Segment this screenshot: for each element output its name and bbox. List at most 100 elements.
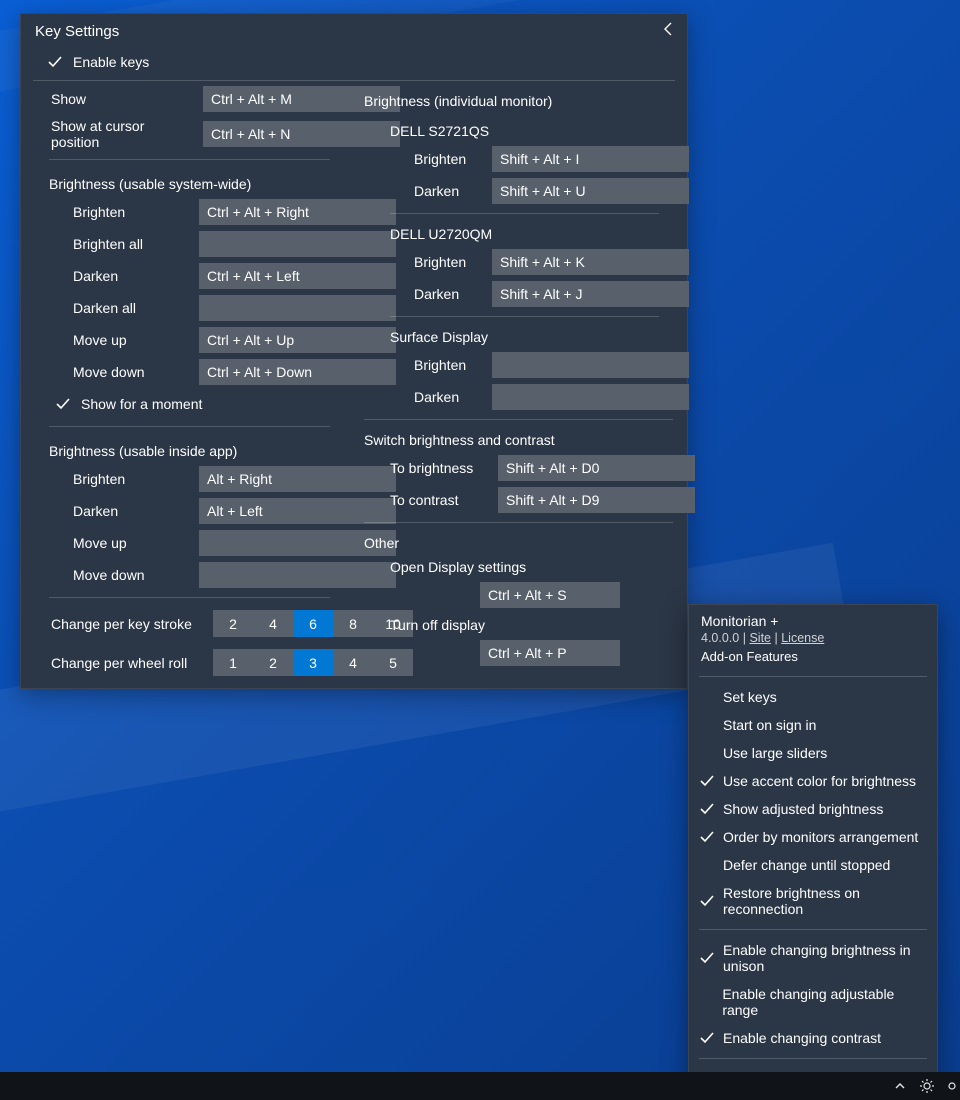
other-title: Other [362,525,675,555]
menu-item[interactable]: Use accent color for brightness [689,767,937,795]
menu-item[interactable]: Set keys [689,683,937,711]
monitor-name: DELL S2721QS [362,113,675,143]
seg-option-4[interactable]: 4 [253,610,293,637]
divider [390,213,659,214]
monitor-darken-input[interactable] [492,281,689,307]
menu-item-label: Enable changing adjustable range [722,986,925,1018]
divider [49,597,330,598]
taskbar [0,1072,960,1100]
key-settings-panel: Key Settings Enable keys Show Show at cu… [20,13,688,689]
sys-wide-title: Brightness (usable system-wide) [33,166,346,196]
monitor-darken-label: Darken [414,389,484,405]
monitor-brighten-input[interactable] [492,249,689,275]
seg-option-6[interactable]: 6 [293,610,333,637]
check-icon [699,773,715,789]
divider [699,929,927,930]
turn-off-label: Turn off display [362,611,675,637]
enable-keys-label: Enable keys [73,54,149,70]
app-version: 4.0.0.0 [701,631,739,645]
blank-icon [699,994,714,1010]
seg-option-3[interactable]: 3 [293,649,333,676]
brighten-all-label: Brighten all [73,236,191,252]
to-contrast-label: To contrast [390,492,490,508]
left-column: Show Show at cursor position Brightness … [33,83,346,682]
seg-option-2[interactable]: 2 [253,649,293,676]
show-label: Show [51,91,195,107]
tray-chevron-icon[interactable] [894,1080,906,1092]
move-up-label: Move up [73,332,191,348]
panel-title: Key Settings [35,23,119,40]
change-per-stroke-row: Change per key stroke 246810 [33,604,346,643]
menu-item-label: Enable changing brightness in unison [723,942,925,974]
monitor-name: Surface Display [362,319,675,349]
site-link[interactable]: Site [749,631,771,645]
tray-dot-icon[interactable] [948,1082,956,1090]
back-button[interactable] [653,22,673,40]
check-icon [699,950,715,966]
menu-item[interactable]: Order by monitors arrangement [689,823,937,851]
menu-item[interactable]: Show adjusted brightness [689,795,937,823]
monitor-brighten-label: Brighten [414,151,484,167]
right-column: Brightness (individual monitor) DELL S27… [362,83,675,682]
blank-icon [699,857,715,873]
show-for-moment-label: Show for a moment [81,396,202,412]
menu-item-label: Use accent color for brightness [723,773,916,789]
monitor-darken-input[interactable] [492,384,689,410]
divider [49,159,330,160]
menu-item-label: Order by monitors arrangement [723,829,918,845]
darken-all-label: Darken all [73,300,191,316]
brighten-label: Brighten [73,204,191,220]
menu-item[interactable]: Enable changing contrast [689,1024,937,1052]
app-meta: 4.0.0.0 | Site | License [701,631,925,645]
individual-monitor-title: Brightness (individual monitor) [362,83,675,113]
change-per-stroke-label: Change per key stroke [51,616,199,632]
context-menu: Monitorian + 4.0.0.0 | Site | License Ad… [688,604,938,1098]
monitor-name: DELL U2720QM [362,216,675,246]
divider [364,522,673,523]
divider [390,316,659,317]
check-icon [699,829,715,845]
divider [364,419,673,420]
check-icon [699,801,715,817]
menu-item-label: Show adjusted brightness [723,801,883,817]
license-link[interactable]: License [781,631,824,645]
app-darken-label: Darken [73,503,191,519]
move-down-label: Move down [73,364,191,380]
menu-item[interactable]: Defer change until stopped [689,851,937,879]
divider [49,426,330,427]
turn-off-input[interactable] [480,640,620,666]
switch-title: Switch brightness and contrast [362,422,675,452]
monitor-darken-label: Darken [414,286,484,302]
to-contrast-input[interactable] [498,487,695,513]
app-move-down-label: Move down [73,567,191,583]
menu-item[interactable]: Enable changing adjustable range [689,980,937,1024]
menu-item-label: Start on sign in [723,717,816,733]
change-per-wheel-label: Change per wheel roll [51,655,199,671]
menu-item-label: Use large sliders [723,745,827,761]
enable-keys-row[interactable]: Enable keys [33,46,675,81]
app-name: Monitorian + [701,613,925,629]
monitor-brighten-label: Brighten [414,254,484,270]
blank-icon [699,717,715,733]
monitor-brighten-input[interactable] [492,352,689,378]
monitor-darken-input[interactable] [492,178,689,204]
menu-item[interactable]: Restore brightness on reconnection [689,879,937,923]
tray-brightness-icon[interactable] [920,1079,934,1093]
check-icon [699,893,715,909]
chevron-left-icon [663,22,673,36]
change-per-wheel-row: Change per wheel roll 12345 [33,643,346,682]
monitor-brighten-input[interactable] [492,146,689,172]
darken-label: Darken [73,268,191,284]
show-cursor-label: Show at cursor position [51,118,195,150]
show-for-moment-row[interactable]: Show for a moment [33,388,346,420]
to-brightness-input[interactable] [498,455,695,481]
menu-item-label: Set keys [723,689,777,705]
menu-item[interactable]: Start on sign in [689,711,937,739]
menu-item[interactable]: Enable changing brightness in unison [689,936,937,980]
menu-item[interactable]: Use large sliders [689,739,937,767]
open-display-input[interactable] [480,582,620,608]
blank-icon [699,745,715,761]
seg-option-2[interactable]: 2 [213,610,253,637]
seg-option-1[interactable]: 1 [213,649,253,676]
app-move-up-label: Move up [73,535,191,551]
